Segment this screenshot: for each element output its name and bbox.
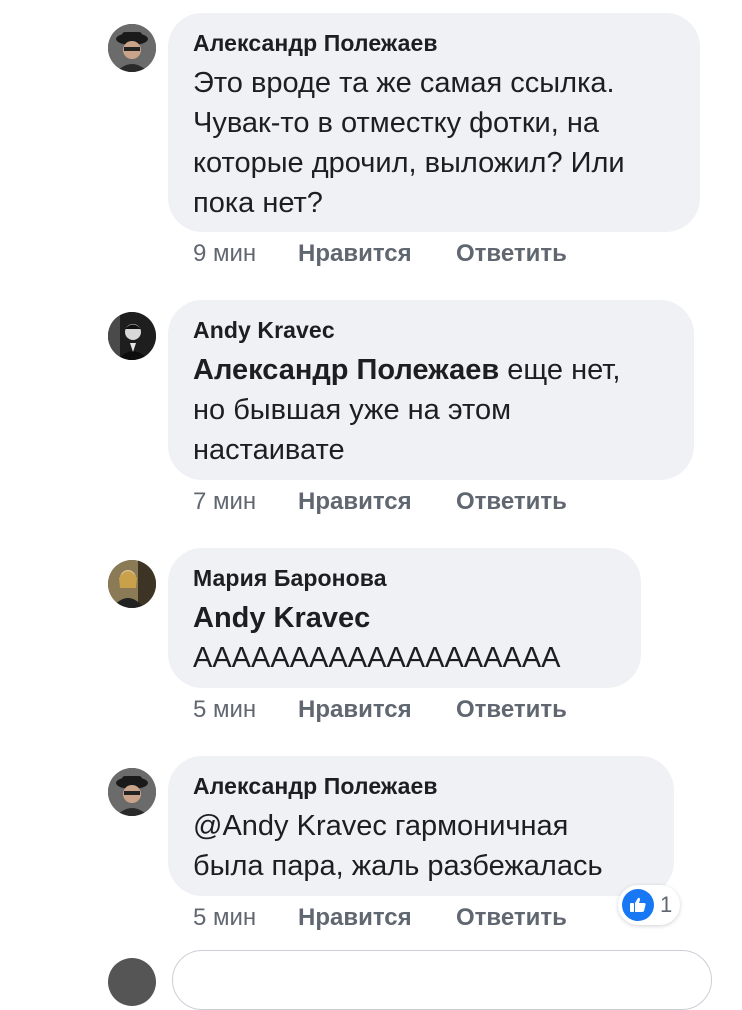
reply-button[interactable]: Ответить	[456, 488, 567, 516]
reply-button[interactable]: Ответить	[456, 696, 567, 724]
comment-author[interactable]: Александр Полежаев	[193, 29, 676, 57]
comment-author[interactable]: Мария Баронова	[193, 564, 617, 592]
avatar-image	[108, 560, 156, 608]
avatar[interactable]	[108, 24, 156, 72]
comment-actions: 7 мин Нравится Ответить	[193, 488, 567, 516]
comment-author[interactable]: Александр Полежаев	[193, 772, 650, 800]
avatar[interactable]	[108, 768, 156, 816]
comment-text: @Andy Kravec гармоничная была пара, жаль…	[193, 810, 603, 882]
comment-time[interactable]: 5 мин	[193, 904, 298, 932]
avatar-image	[108, 768, 156, 816]
reaction-summary[interactable]: 1	[618, 885, 681, 925]
reply-button[interactable]: Ответить	[456, 904, 567, 932]
like-button[interactable]: Нравится	[298, 696, 456, 724]
thumbs-up-icon	[622, 889, 654, 921]
avatar-image	[108, 312, 156, 360]
mention-link[interactable]: Andy Kravec	[193, 602, 370, 634]
comment-time[interactable]: 7 мин	[193, 488, 298, 516]
comment-bubble: Andy Kravec Александр Полежаев еще нет, …	[168, 300, 694, 480]
like-button[interactable]: Нравится	[298, 240, 456, 268]
reaction-count: 1	[660, 892, 673, 917]
mention-link[interactable]: Александр Полежаев	[193, 354, 499, 386]
comment-actions: 5 мин Нравится Ответить	[193, 904, 567, 932]
comment-time[interactable]: 5 мин	[193, 696, 298, 724]
like-button[interactable]: Нравится	[298, 904, 456, 932]
comment-author[interactable]: Andy Kravec	[193, 316, 670, 344]
comment-actions: 5 мин Нравится Ответить	[193, 696, 567, 724]
comment-input[interactable]	[172, 950, 712, 1010]
comment-text-body: ААААААААААААААААААА	[193, 642, 561, 674]
avatar[interactable]	[108, 560, 156, 608]
reply-button[interactable]: Ответить	[456, 240, 567, 268]
comment-text: Andy Kravec ААААААААААААААААААА	[193, 598, 617, 678]
avatar-image	[108, 24, 156, 72]
comment-text: Это вроде та же самая ссылка. Чувак-то в…	[193, 67, 625, 219]
comment-bubble: Александр Полежаев @Andy Kravec гармонич…	[168, 756, 674, 896]
avatar[interactable]	[108, 312, 156, 360]
comment-actions: 9 мин Нравится Ответить	[193, 240, 567, 268]
avatar	[108, 958, 156, 1006]
comment-bubble: Мария Баронова Andy Kravec ААААААААААААА…	[168, 548, 641, 688]
comment-text: Александр Полежаев еще нет, но бывшая уж…	[193, 350, 670, 470]
comment-time[interactable]: 9 мин	[193, 240, 298, 268]
next-comment-partial	[108, 940, 742, 1010]
like-button[interactable]: Нравится	[298, 488, 456, 516]
comment-bubble: Александр Полежаев Это вроде та же самая…	[168, 13, 700, 232]
